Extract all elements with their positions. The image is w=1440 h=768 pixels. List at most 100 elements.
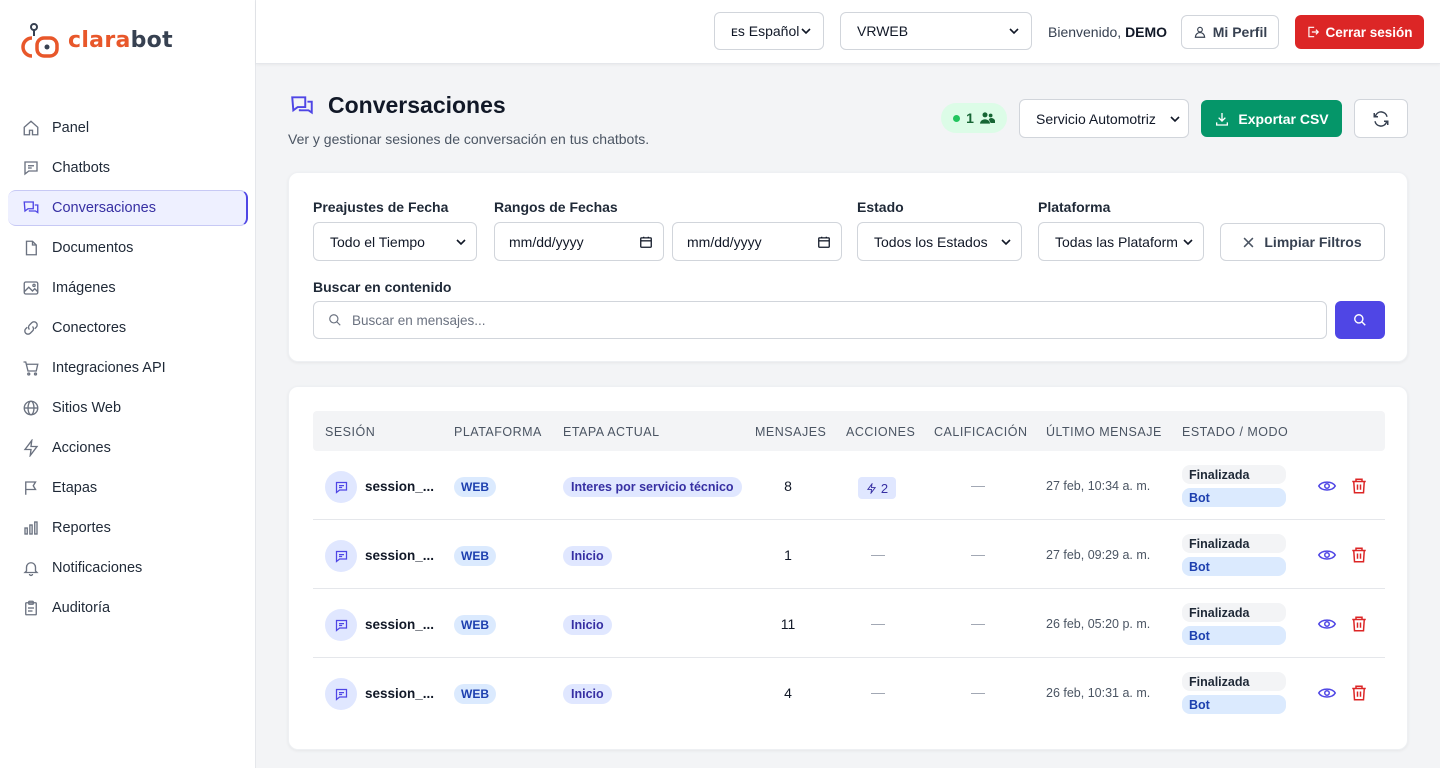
home-icon — [22, 119, 40, 137]
profile-button[interactable]: Mi Perfil — [1181, 15, 1279, 49]
session-id[interactable]: session_... — [365, 479, 434, 494]
sidebar-item-label: Acciones — [52, 440, 111, 456]
chevron-down-icon — [1001, 238, 1011, 245]
sidebar-item-notificaciones[interactable]: Notificaciones — [8, 550, 248, 586]
logout-button[interactable]: Cerrar sesión — [1295, 15, 1424, 49]
sidebar-item-auditoria[interactable]: Auditoría — [8, 590, 248, 626]
column-header[interactable]: ETAPA ACTUAL — [563, 425, 660, 439]
session-id[interactable]: session_... — [365, 686, 434, 701]
trash-icon[interactable] — [1350, 683, 1368, 703]
bolt-icon — [866, 482, 876, 494]
close-icon — [1243, 237, 1254, 247]
date-preset-label: Preajustes de Fecha — [313, 199, 449, 215]
chat-icon — [22, 159, 40, 177]
link-icon — [22, 319, 40, 337]
eye-icon[interactable] — [1317, 477, 1337, 495]
date-from-value: mm/dd/yyyy — [509, 233, 584, 250]
flag-icon — [22, 479, 40, 497]
sidebar-item-acciones[interactable]: Acciones — [8, 430, 248, 466]
chevron-down-icon — [1170, 115, 1180, 122]
rating-value: — — [971, 615, 985, 631]
column-header[interactable]: PLATAFORMA — [454, 425, 542, 439]
users-icon — [979, 112, 995, 124]
refresh-button[interactable] — [1354, 99, 1408, 138]
chatbot-select-value: Servicio Automotriz — [1036, 110, 1156, 127]
mode-badge: Bot — [1182, 557, 1286, 576]
sidebar-item-reportes[interactable]: Reportes — [8, 510, 248, 546]
column-header[interactable]: ESTADO / MODO — [1182, 425, 1288, 439]
column-header[interactable]: CALIFICACIÓN — [934, 425, 1028, 439]
trash-icon[interactable] — [1350, 545, 1368, 565]
conversations-icon — [291, 95, 313, 114]
clipboard-icon — [22, 599, 40, 617]
clear-filters-button[interactable]: Limpiar Filtros — [1220, 223, 1385, 261]
sidebar-item-documentos[interactable]: Documentos — [8, 230, 248, 266]
status-filter-select[interactable]: Todos los Estados — [857, 222, 1022, 261]
filters-card: Preajustes de Fecha Todo el Tiempo Rango… — [288, 172, 1408, 362]
sidebar: clarabot Panel Chatbots Conversaciones D… — [0, 0, 256, 768]
sidebar-item-label: Imágenes — [52, 280, 116, 296]
date-to-input[interactable]: mm/dd/yyyy — [672, 222, 842, 261]
date-range-label: Rangos de Fechas — [494, 199, 618, 215]
workspace-select[interactable]: VRWEB — [840, 12, 1032, 50]
chatbot-select[interactable]: Servicio Automotriz — [1019, 99, 1189, 138]
status-filter-label: Estado — [857, 199, 904, 215]
chevron-down-icon — [456, 238, 466, 245]
sidebar-item-label: Panel — [52, 120, 90, 136]
platform-filter-select[interactable]: Todas las Plataform — [1038, 222, 1204, 261]
status-badge: Finalizada — [1182, 465, 1286, 484]
sidebar-item-panel[interactable]: Panel — [8, 110, 248, 146]
last-message-time: 27 feb, 09:29 a. m. — [1046, 548, 1151, 562]
bell-icon — [22, 559, 40, 577]
language-select[interactable]: ᴇs Español — [714, 12, 824, 50]
welcome-text: Bienvenido, DEMO — [1048, 24, 1168, 40]
search-button[interactable] — [1335, 301, 1385, 339]
page-subtitle: Ver y gestionar sesiones de conversación… — [288, 131, 650, 147]
sidebar-item-imagenes[interactable]: Imágenes — [8, 270, 248, 306]
sidebar-item-chatbots[interactable]: Chatbots — [8, 150, 248, 186]
trash-icon[interactable] — [1350, 476, 1368, 496]
sidebar-item-sitios-web[interactable]: Sitios Web — [8, 390, 248, 426]
sidebar-item-label: Documentos — [52, 240, 134, 256]
mode-badge: Bot — [1182, 488, 1286, 507]
column-header[interactable]: ACCIONES — [846, 425, 915, 439]
column-header[interactable]: ÚLTIMO MENSAJE — [1046, 425, 1162, 439]
sidebar-item-conectores[interactable]: Conectores — [8, 310, 248, 346]
platform-badge: WEB — [454, 546, 496, 566]
calendar-icon[interactable] — [817, 235, 831, 249]
platform-badge: WEB — [454, 615, 496, 635]
search-icon — [329, 314, 341, 326]
search-input[interactable]: Buscar en mensajes... — [313, 301, 1327, 339]
actions-value: — — [871, 615, 885, 631]
export-csv-button[interactable]: Exportar CSV — [1201, 100, 1342, 137]
platform-filter-label: Plataforma — [1038, 199, 1111, 215]
message-count: 11 — [780, 616, 796, 632]
actions-value: — — [871, 684, 885, 700]
sidebar-item-etapas[interactable]: Etapas — [8, 470, 248, 506]
table-row[interactable]: session_... WEB Interes por servicio téc… — [313, 451, 1385, 520]
trash-icon[interactable] — [1350, 614, 1368, 634]
calendar-icon[interactable] — [639, 235, 653, 249]
chevron-down-icon — [1009, 28, 1019, 35]
eye-icon[interactable] — [1317, 615, 1337, 633]
date-from-input[interactable]: mm/dd/yyyy — [494, 222, 664, 261]
table-row[interactable]: session_... WEB Inicio 11 — — 26 feb, 05… — [313, 589, 1385, 658]
chevron-down-icon — [1183, 238, 1193, 245]
session-id[interactable]: session_... — [365, 617, 434, 632]
active-count: 1 — [966, 110, 974, 126]
document-icon — [22, 239, 40, 257]
sidebar-item-integraciones-api[interactable]: Integraciones API — [8, 350, 248, 386]
eye-icon[interactable] — [1317, 546, 1337, 564]
logo[interactable]: clarabot — [20, 22, 173, 58]
sidebar-item-conversaciones[interactable]: Conversaciones — [8, 190, 248, 226]
table-row[interactable]: session_... WEB Inicio 1 — — 27 feb, 09:… — [313, 520, 1385, 589]
session-id[interactable]: session_... — [365, 548, 434, 563]
user-name: DEMO — [1125, 24, 1168, 40]
eye-icon[interactable] — [1317, 684, 1337, 702]
column-header[interactable]: MENSAJES — [755, 425, 826, 439]
column-header[interactable]: SESIÓN — [325, 425, 375, 439]
date-preset-select[interactable]: Todo el Tiempo — [313, 222, 477, 261]
table-row[interactable]: session_... WEB Inicio 4 — — 26 feb, 10:… — [313, 658, 1385, 727]
chevron-down-icon — [801, 28, 811, 35]
rating-value: — — [971, 546, 985, 562]
